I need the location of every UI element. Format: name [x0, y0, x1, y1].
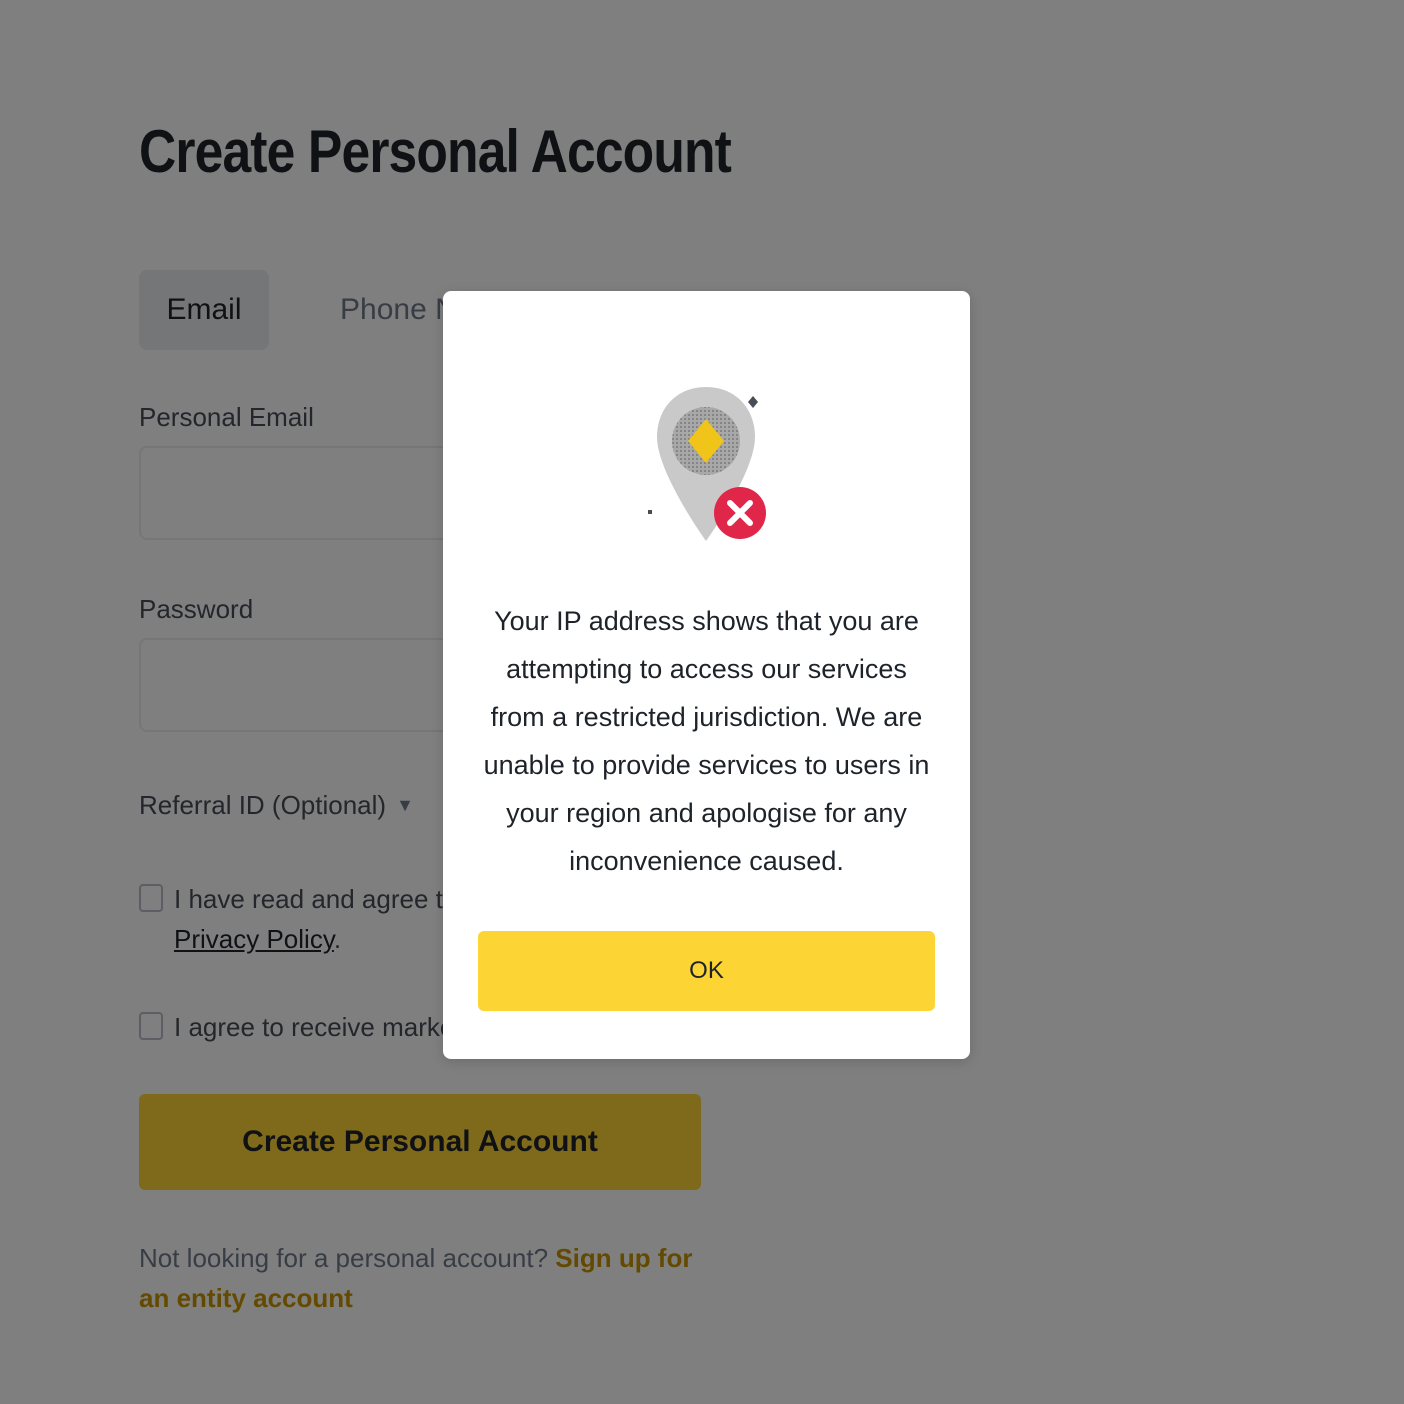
restricted-jurisdiction-modal: Your IP address shows that you are attem… [443, 291, 970, 1059]
location-pin-restricted-icon [648, 387, 766, 541]
ok-button[interactable]: OK [478, 931, 935, 1011]
modal-message: Your IP address shows that you are attem… [483, 606, 930, 876]
